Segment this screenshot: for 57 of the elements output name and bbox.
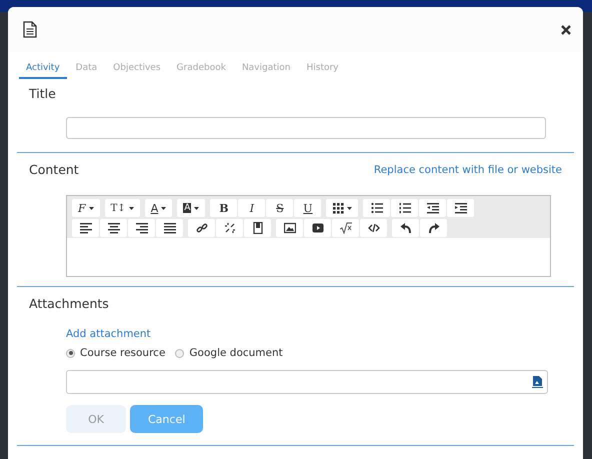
outdent-button[interactable] (419, 199, 446, 217)
align-center-button[interactable] (100, 219, 127, 237)
link-button[interactable] (188, 219, 215, 237)
justify-button[interactable] (156, 219, 183, 237)
unlink-button[interactable] (216, 219, 243, 237)
font-button[interactable]: F (72, 199, 100, 217)
bulleted-list-icon (370, 202, 383, 214)
align-right-button[interactable] (128, 219, 155, 237)
align-left-button[interactable] (72, 219, 99, 237)
radio-button[interactable] (66, 348, 75, 358)
add-attachment-link[interactable]: Add attachment (66, 328, 151, 340)
video-icon (312, 222, 324, 234)
indent-button[interactable] (447, 199, 474, 217)
image-icon (284, 222, 296, 234)
bold-button[interactable]: B (210, 199, 238, 217)
document-icon (23, 21, 37, 38)
redo-icon (428, 222, 440, 234)
undo-icon (400, 222, 412, 234)
numbered-list-icon (398, 202, 411, 214)
strikethrough-button[interactable]: S (266, 199, 294, 217)
section-heading: Attachments (29, 296, 110, 311)
title-input[interactable] (66, 117, 546, 139)
video-button[interactable] (304, 219, 331, 237)
justify-icon (164, 222, 176, 234)
align-center-icon (108, 222, 120, 234)
underline-button[interactable]: U (294, 199, 322, 217)
numbered-list-button[interactable] (391, 199, 418, 217)
undo-button[interactable] (392, 219, 419, 237)
bookmark-button[interactable] (244, 219, 271, 237)
section-heading: Title (29, 86, 57, 101)
replace-content-link[interactable]: Replace content with file or website (374, 164, 562, 176)
bookmark-icon (252, 222, 264, 234)
indent-icon (454, 202, 467, 214)
attachment-field[interactable] (66, 370, 548, 394)
code-icon (368, 222, 380, 234)
redo-button[interactable] (420, 219, 447, 237)
table-icon (332, 202, 344, 214)
file-picker-icon[interactable] (532, 376, 543, 388)
radio-button[interactable] (175, 348, 184, 358)
code-view-button[interactable] (360, 219, 387, 237)
table-button[interactable] (326, 199, 358, 217)
outdent-icon (426, 202, 439, 214)
unlink-icon (224, 222, 236, 234)
italic-button[interactable]: I (238, 199, 266, 217)
text-color-button[interactable]: A (144, 199, 172, 217)
image-button[interactable] (276, 219, 303, 237)
bulleted-list-button[interactable] (363, 199, 390, 217)
formula-button[interactable] (332, 219, 359, 237)
square-root-icon (340, 222, 352, 234)
align-left-icon (80, 222, 92, 234)
font-size-button[interactable]: T↕ (104, 199, 140, 217)
close-button[interactable] (561, 24, 571, 34)
link-icon (196, 222, 208, 234)
tab[interactable]: Activity (19, 61, 67, 79)
align-right-icon (136, 222, 148, 234)
section-heading: Content (29, 162, 79, 177)
highlight-button[interactable]: A (177, 199, 206, 217)
